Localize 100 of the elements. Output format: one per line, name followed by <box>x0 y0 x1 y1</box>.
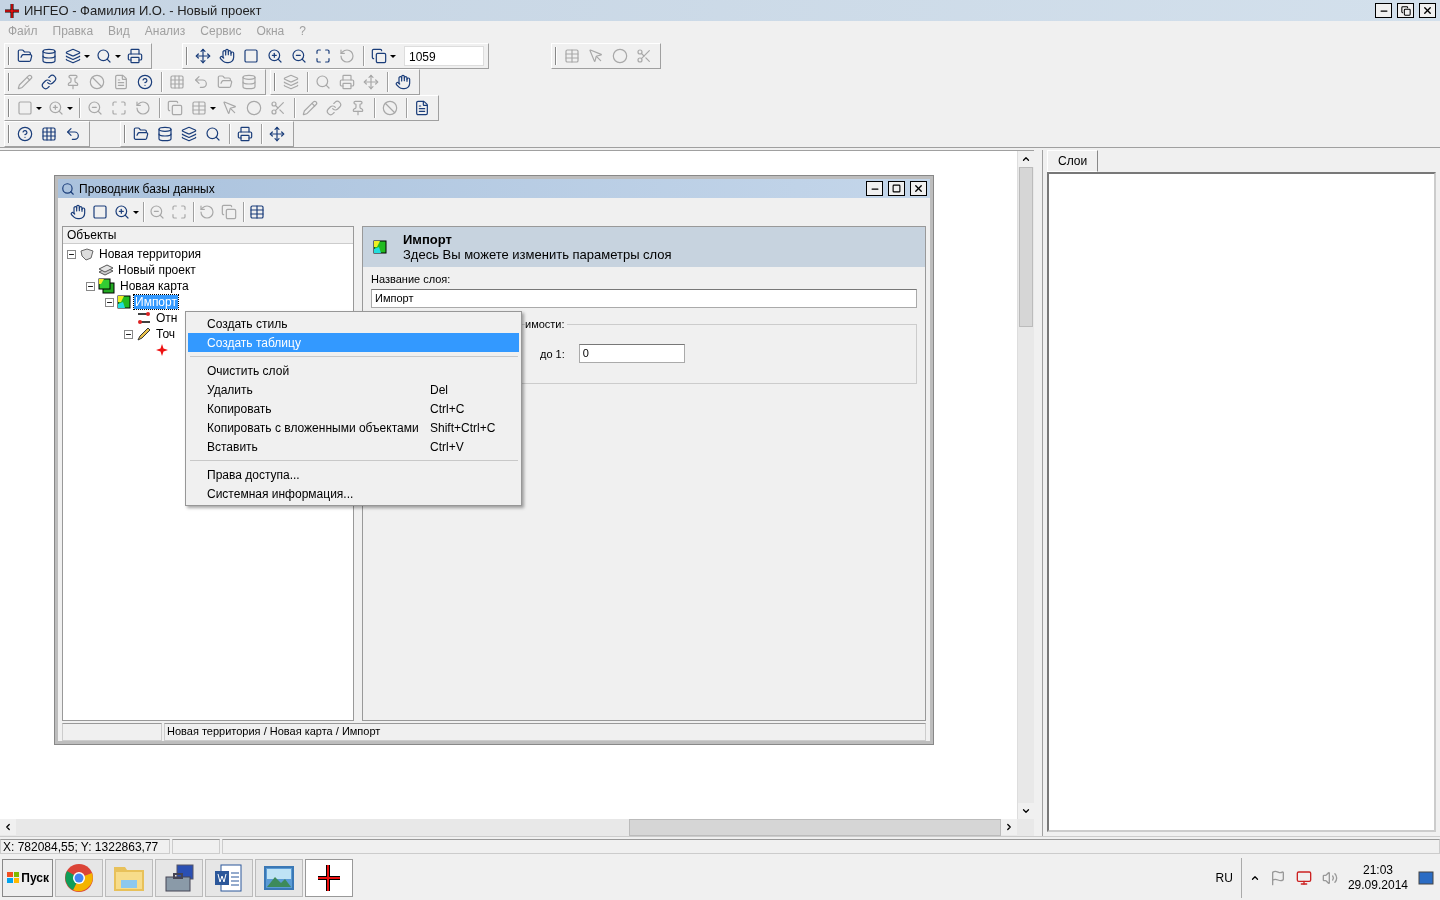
search-icon <box>96 48 112 64</box>
taskbar-button[interactable] <box>205 859 253 897</box>
database-icon <box>41 48 57 64</box>
flag-icon[interactable] <box>1269 870 1286 886</box>
document-icon <box>113 74 129 90</box>
menu-item[interactable]: Создать стиль <box>188 314 519 333</box>
close-icon <box>913 183 924 194</box>
menu-item[interactable]: Очистить слой <box>188 361 519 380</box>
zoom-out-icon <box>149 204 165 220</box>
maximize-icon <box>892 184 901 193</box>
point-icon <box>155 343 169 357</box>
link-icon <box>326 100 342 116</box>
caret-icon <box>390 54 396 58</box>
printer-icon <box>339 74 355 90</box>
restore-button[interactable] <box>1397 3 1414 18</box>
menu-item[interactable]: Удалить Del <box>188 380 519 399</box>
close-button[interactable] <box>910 181 927 196</box>
column-header: Объекты <box>63 227 353 244</box>
table-icon <box>564 48 580 64</box>
app-logo-icon <box>4 2 20 19</box>
stack-icon <box>98 263 114 277</box>
menu-item[interactable]: Системная информация... <box>188 484 519 503</box>
document-icon <box>213 863 245 893</box>
speaker-icon[interactable] <box>1321 870 1338 886</box>
tree-item[interactable]: Новая карта <box>119 279 190 293</box>
tree-item[interactable]: Новая территория <box>98 247 203 261</box>
details-subtitle: Здесь Вы можете изменить параметры слоя <box>403 247 672 262</box>
zoom-out-icon <box>291 48 307 64</box>
show-desktop-icon[interactable] <box>1418 871 1434 885</box>
layer-icon <box>117 295 131 309</box>
folder-icon <box>217 74 233 90</box>
taskbar-button[interactable] <box>155 859 203 897</box>
taskbar-button[interactable] <box>305 859 353 897</box>
frame-icon <box>92 204 108 220</box>
menu-item[interactable]: Копировать Ctrl+C <box>188 399 519 418</box>
horizontal-scrollbar[interactable] <box>0 819 1034 836</box>
windows-logo-icon <box>6 871 20 885</box>
pointer-icon <box>222 100 238 116</box>
frame-icon <box>243 48 259 64</box>
minimize-button[interactable] <box>866 181 883 196</box>
clock[interactable]: 21:03 29.09.2014 <box>1347 863 1408 893</box>
search-icon <box>61 181 75 196</box>
table-icon <box>191 100 207 116</box>
help-icon <box>17 126 33 142</box>
forbidden-icon <box>382 100 398 116</box>
layer-name-field[interactable]: Импорт <box>371 289 917 308</box>
start-button[interactable]: Пуск <box>2 859 53 897</box>
undo-icon <box>193 74 209 90</box>
pin-icon <box>65 74 81 90</box>
field-label: до 1: <box>540 347 565 360</box>
scrollbar-thumb[interactable] <box>1019 167 1033 327</box>
coordinates-status: X: 782084,55; Y: 1322863,77 <box>0 839 170 854</box>
help-icon <box>137 74 153 90</box>
scale-to-field[interactable]: 0 <box>578 344 685 363</box>
chevron-icon[interactable] <box>1249 873 1260 883</box>
menu-item[interactable]: Вставить Ctrl+V <box>188 437 519 456</box>
menu-item[interactable]: Копировать с вложенными объектами Shift+Ctrl+C <box>188 418 519 437</box>
folder-icon <box>17 48 33 64</box>
browser-icon <box>64 863 94 893</box>
collapse-toggle[interactable] <box>86 281 95 291</box>
forbidden-icon <box>89 74 105 90</box>
status-pane <box>172 839 220 854</box>
tree-item[interactable]: Точ <box>155 327 177 341</box>
zoom-out-icon <box>87 100 103 116</box>
path-status: Новая территория / Новая карта / Импорт <box>164 723 926 741</box>
rotate-icon <box>339 48 355 64</box>
scale-field[interactable]: 1059 <box>404 46 484 66</box>
language-indicator[interactable]: RU <box>1215 871 1233 885</box>
rotate-icon <box>135 100 151 116</box>
search-icon <box>205 126 221 142</box>
caret-icon <box>36 106 42 110</box>
details-title: Импорт <box>403 232 453 247</box>
territory-icon <box>79 247 95 261</box>
table-icon <box>249 204 265 220</box>
minimize-button[interactable] <box>1375 3 1392 18</box>
layers-tab[interactable]: Слои <box>1047 150 1099 172</box>
close-button[interactable] <box>1419 3 1436 18</box>
collapse-toggle[interactable] <box>105 297 114 307</box>
vertical-scrollbar[interactable] <box>1017 151 1034 819</box>
layers-icon <box>65 48 81 64</box>
collapse-toggle[interactable] <box>124 329 133 339</box>
caret-icon <box>67 106 73 110</box>
document-icon <box>414 100 430 116</box>
pencil-icon <box>302 100 318 116</box>
landscape-icon <box>263 863 295 893</box>
maximize-button[interactable] <box>888 181 905 196</box>
tree-item[interactable]: Новый проект <box>117 263 197 277</box>
pin-icon <box>350 100 366 116</box>
layer-icon <box>373 240 387 254</box>
collapse-toggle[interactable] <box>67 249 76 259</box>
window-title: ИНГЕО - Фамилия И.О. - Новый проект <box>24 3 263 18</box>
tree-item[interactable]: Отн <box>155 311 179 325</box>
copy-icon <box>167 100 183 116</box>
search-icon <box>315 74 331 90</box>
scrollbar-thumb[interactable] <box>629 819 1001 836</box>
circle-icon <box>246 100 262 116</box>
pointer-icon <box>588 48 604 64</box>
menu-item[interactable]: Права доступа... <box>188 465 519 484</box>
caret-icon <box>210 106 216 110</box>
hand-icon <box>70 204 86 220</box>
